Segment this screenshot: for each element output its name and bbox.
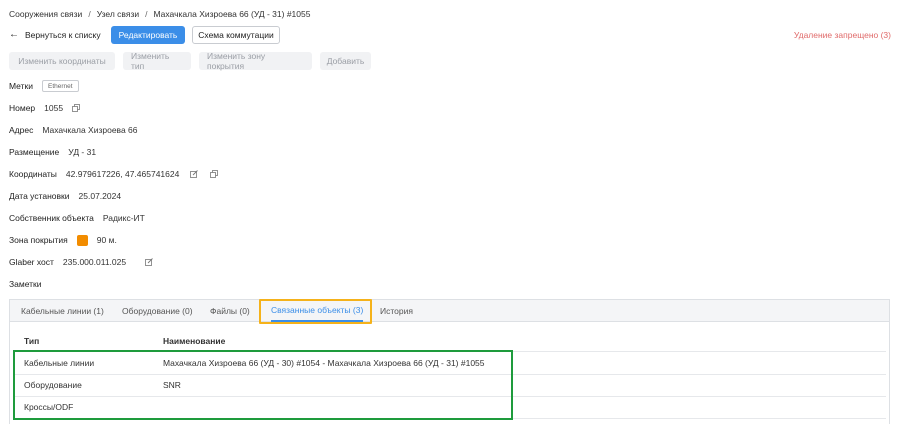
field-coverage-zone: Зона покрытия 90 м. <box>9 233 117 247</box>
row-divider <box>14 396 886 397</box>
breadcrumb-item-node[interactable]: Узел связи <box>97 9 139 19</box>
arrow-left-icon: ← <box>9 29 19 40</box>
change-type-button[interactable]: Изменить тип <box>123 51 191 71</box>
tag-badge: Ethernet <box>41 80 79 92</box>
field-value: 235.000.011.025 <box>62 257 127 267</box>
tab-files[interactable]: Файлы (0) <box>210 300 250 322</box>
edit-button[interactable]: Редактировать <box>111 26 185 44</box>
copy-icon[interactable] <box>72 104 80 112</box>
breadcrumb-separator: / <box>145 9 148 19</box>
field-label: Glaber хост <box>9 257 54 267</box>
row-divider <box>14 418 886 419</box>
tab-cable-lines[interactable]: Кабельные линии (1) <box>21 300 104 322</box>
field-tags: Метки Ethernet <box>9 79 79 93</box>
field-label: Дата установки <box>9 191 70 201</box>
tab-related-objects[interactable]: Связанные объекты (3) <box>271 300 364 322</box>
field-address: Адрес Махачкала Хизроева 66 <box>9 123 138 137</box>
switching-scheme-button[interactable]: Схема коммутации <box>192 26 280 44</box>
table-cell-name[interactable]: Махачкала Хизроева 66 (УД - 30) #1054 - … <box>163 356 485 370</box>
field-label: Адрес <box>9 125 34 135</box>
field-label: Размещение <box>9 147 60 157</box>
top-toolbar: ← Вернуться к списку Редактировать Схема… <box>0 26 900 44</box>
table-cell-type: Кабельные линии <box>24 358 95 368</box>
field-label: Зона покрытия <box>9 235 68 245</box>
back-to-list-link[interactable]: ← Вернуться к списку <box>9 26 101 44</box>
field-value: УД - 31 <box>68 147 97 157</box>
breadcrumb-item-structures[interactable]: Сооружения связи <box>9 9 82 19</box>
action-buttons: Изменить координаты Изменить тип Изменит… <box>9 51 371 71</box>
field-install-date: Дата установки 25.07.2024 <box>9 189 121 203</box>
field-value: Махачкала Хизроева 66 <box>42 125 138 135</box>
field-coordinates: Координаты 42.979617226, 47.465741624 <box>9 167 219 181</box>
field-placement: Размещение УД - 31 <box>9 145 96 159</box>
field-value: 1055 <box>44 103 64 113</box>
edit-icon[interactable] <box>145 258 153 266</box>
field-value: Радикс-ИТ <box>102 213 145 223</box>
table-cell-name[interactable]: SNR <box>163 378 181 392</box>
edit-icon[interactable] <box>190 170 199 178</box>
breadcrumb-separator: / <box>88 9 91 19</box>
field-glaber-host: Glaber хост 235.000.011.025 <box>9 255 153 269</box>
tab-equipment[interactable]: Оборудование (0) <box>122 300 193 322</box>
table-cell-type: Оборудование <box>24 380 82 390</box>
field-label: Номер <box>9 103 36 113</box>
copy-icon[interactable] <box>210 170 219 178</box>
field-owner: Собственник объекта Радикс-ИТ <box>9 211 145 225</box>
change-coverage-zone-button[interactable]: Изменить зону покрытия <box>199 51 312 71</box>
field-label: Координаты <box>9 169 57 179</box>
field-value: 25.07.2024 <box>78 191 122 201</box>
row-divider <box>14 351 886 352</box>
row-divider <box>14 374 886 375</box>
field-label: Метки <box>9 81 33 91</box>
delete-forbidden-note: Удаление запрещено (3) <box>793 30 891 40</box>
field-number: Номер 1055 <box>9 101 80 115</box>
back-to-list-label: Вернуться к списку <box>25 30 101 40</box>
add-button[interactable]: Добавить <box>320 52 371 70</box>
breadcrumb-item-current: Махачкала Хизроева 66 (УД - 31) #1055 <box>153 9 311 19</box>
field-label: Собственник объекта <box>9 213 94 223</box>
table-header-type: Тип <box>24 336 40 346</box>
field-value: 90 м. <box>96 235 117 245</box>
table-header-name: Наименование <box>163 336 226 346</box>
zone-color-swatch <box>76 234 88 246</box>
tab-history[interactable]: История <box>380 300 413 322</box>
field-label: Заметки <box>9 279 42 289</box>
table-cell-type: Кроссы/ODF <box>24 402 74 412</box>
change-coordinates-button[interactable]: Изменить координаты <box>9 52 115 70</box>
field-value: 42.979617226, 47.465741624 <box>65 169 180 179</box>
breadcrumb: Сооружения связи / Узел связи / Махачкал… <box>9 7 310 21</box>
tab-bar: Кабельные линии (1) Оборудование (0) Фай… <box>10 299 889 324</box>
field-notes: Заметки <box>9 277 42 291</box>
